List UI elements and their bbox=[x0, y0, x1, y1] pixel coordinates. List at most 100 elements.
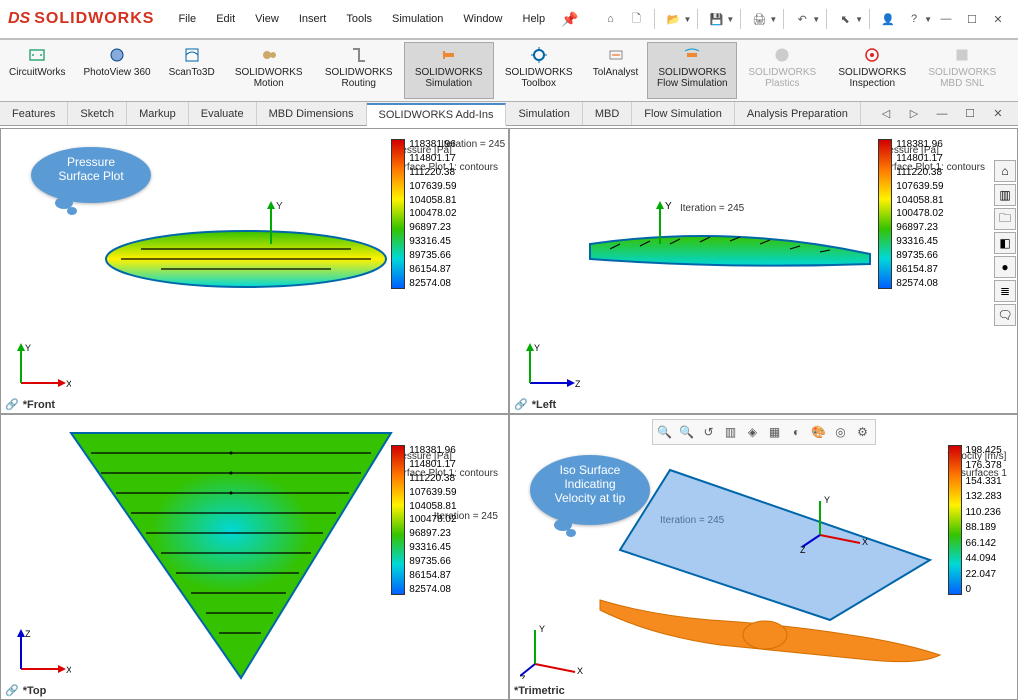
ribbon-scanto3d[interactable]: ScanTo3D bbox=[160, 42, 224, 99]
taskpane-view-palette-icon[interactable]: ◧ bbox=[994, 232, 1016, 254]
hide-show-icon[interactable]: ◐ bbox=[787, 422, 807, 442]
viewport-label-trimetric: *Trimetric bbox=[514, 685, 565, 697]
new-button[interactable]: 🗋 bbox=[624, 7, 648, 31]
ribbon-flow-simulation[interactable]: SOLIDWORKS Flow Simulation bbox=[647, 42, 737, 99]
print-button[interactable]: 🖨 bbox=[747, 7, 771, 31]
svg-text:Y: Y bbox=[824, 495, 830, 505]
open-button[interactable]: 📂 bbox=[661, 7, 685, 31]
ribbon-toolbox[interactable]: SOLIDWORKS Toolbox bbox=[494, 42, 584, 99]
callout-pressure: Pressure Surface Plot bbox=[31, 147, 151, 203]
pin-icon[interactable]: 📌 bbox=[561, 11, 578, 28]
viewport-top[interactable]: Iteration = 245 118381.96114801.17111220… bbox=[0, 414, 509, 700]
tab-simulation[interactable]: Simulation bbox=[506, 102, 582, 125]
orientation-triad-front: X Y bbox=[11, 343, 71, 393]
ribbon-simulation[interactable]: SOLIDWORKS Simulation bbox=[404, 42, 494, 99]
zoom-fit-icon[interactable]: 🔍 bbox=[655, 422, 675, 442]
svg-text:Z: Z bbox=[800, 545, 806, 555]
airfoil-top bbox=[61, 423, 401, 683]
panel-prev-button[interactable]: ◁ bbox=[874, 102, 898, 126]
edit-appearance-icon[interactable]: 🎨 bbox=[809, 422, 829, 442]
title-bar: DS SOLIDWORKS File Edit View Insert Tool… bbox=[0, 0, 1018, 40]
ribbon-circuitworks[interactable]: CircuitWorks bbox=[0, 42, 74, 99]
menu-insert[interactable]: Insert bbox=[291, 9, 335, 29]
tab-evaluate[interactable]: Evaluate bbox=[189, 102, 257, 125]
menu-file[interactable]: File bbox=[170, 9, 204, 29]
svg-text:Z: Z bbox=[575, 379, 580, 389]
axis-triad-y: Y bbox=[640, 199, 680, 249]
taskpane-home-icon[interactable]: ⌂ bbox=[994, 160, 1016, 182]
view-settings-icon[interactable]: ⚙ bbox=[853, 422, 873, 442]
svg-text:Y: Y bbox=[539, 624, 545, 634]
panel-restore-button[interactable]: — bbox=[930, 102, 954, 126]
svg-text:X: X bbox=[577, 666, 583, 676]
tab-addins[interactable]: SOLIDWORKS Add-Ins bbox=[367, 103, 507, 126]
viewport-trimetric[interactable]: 🔍 🔍 ↺ ▥ ◈ ▦ ◐ 🎨 ◎ ⚙ Iso Surface Indicati… bbox=[509, 414, 1018, 700]
tab-features[interactable]: Features bbox=[0, 102, 68, 125]
menu-simulation[interactable]: Simulation bbox=[384, 9, 451, 29]
viewport-front[interactable]: Pressure Surface Plot Iteration = 245 Y … bbox=[0, 128, 509, 414]
undo-button[interactable]: ↶ bbox=[790, 7, 814, 31]
svg-text:X: X bbox=[862, 537, 868, 547]
display-style-icon[interactable]: ▦ bbox=[765, 422, 785, 442]
heads-up-view-toolbar: 🔍 🔍 ↺ ▥ ◈ ▦ ◐ 🎨 ◎ ⚙ bbox=[652, 419, 876, 445]
menu-bar: File Edit View Insert Tools Simulation W… bbox=[170, 9, 553, 29]
panel-next-button[interactable]: ▷ bbox=[902, 102, 926, 126]
select-button[interactable]: ⬉ bbox=[833, 7, 857, 31]
zoom-area-icon[interactable]: 🔍 bbox=[677, 422, 697, 442]
ribbon-routing[interactable]: SOLIDWORKS Routing bbox=[314, 42, 404, 99]
ribbon-plastics[interactable]: SOLIDWORKS Plastics bbox=[737, 42, 827, 99]
close-button[interactable]: ✕ bbox=[986, 7, 1010, 31]
taskpane-appearances-icon[interactable]: ● bbox=[994, 256, 1016, 278]
quickaccess-toolbar: ⌂ 🗋 📂▼ 💾▼ 🖨▼ ↶▼ ⬉▼ 👤 ?▼ — ☐ ✕ bbox=[598, 7, 1010, 31]
airfoil-left bbox=[580, 224, 880, 284]
menu-help[interactable]: Help bbox=[515, 9, 554, 29]
minimize-button[interactable]: — bbox=[934, 7, 958, 31]
panel-close-button[interactable]: ✕ bbox=[986, 102, 1010, 126]
menu-view[interactable]: View bbox=[247, 9, 287, 29]
taskpane-file-explorer-icon[interactable]: 🗀 bbox=[994, 208, 1016, 230]
velocity-legend: 198.425176.378154.331132.283110.23688.18… bbox=[948, 445, 1007, 479]
product-name: SOLIDWORKS bbox=[34, 10, 154, 28]
taskpane-properties-icon[interactable]: ≣ bbox=[994, 280, 1016, 302]
ribbon-photoview[interactable]: PhotoView 360 bbox=[74, 42, 159, 99]
tab-flow-simulation[interactable]: Flow Simulation bbox=[632, 102, 735, 125]
ribbon-inspection[interactable]: SOLIDWORKS Inspection bbox=[827, 42, 917, 99]
viewport-left[interactable]: Iteration = 245 Y 118381.96114801.171112… bbox=[509, 128, 1018, 414]
airfoil-front bbox=[101, 219, 391, 299]
axis-triad-y: Y bbox=[251, 199, 291, 249]
logo-ds: DS bbox=[8, 10, 30, 28]
view-orientation-icon[interactable]: ◈ bbox=[743, 422, 763, 442]
svg-text:Y: Y bbox=[276, 201, 283, 212]
pressure-legend-top: 118381.96114801.17111220.38107639.591040… bbox=[391, 445, 498, 479]
viewport-label-front: 🔗*Front bbox=[5, 398, 55, 411]
section-view-icon[interactable]: ▥ bbox=[721, 422, 741, 442]
svg-text:X: X bbox=[66, 665, 71, 675]
svg-text:Y: Y bbox=[665, 201, 672, 212]
tab-mbd[interactable]: MBD bbox=[583, 102, 632, 125]
help-button[interactable]: ? bbox=[902, 7, 926, 31]
tab-sketch[interactable]: Sketch bbox=[68, 102, 127, 125]
maximize-button[interactable]: ☐ bbox=[960, 7, 984, 31]
addins-ribbon: CircuitWorks PhotoView 360 ScanTo3D SOLI… bbox=[0, 40, 1018, 102]
task-pane: ⌂ ▥ 🗀 ◧ ● ≣ 🗨 bbox=[994, 160, 1016, 326]
apply-scene-icon[interactable]: ◎ bbox=[831, 422, 851, 442]
menu-edit[interactable]: Edit bbox=[208, 9, 243, 29]
tab-mbd-dimensions[interactable]: MBD Dimensions bbox=[257, 102, 367, 125]
tab-analysis-preparation[interactable]: Analysis Preparation bbox=[735, 102, 861, 125]
orientation-triad-top: X Z bbox=[11, 629, 71, 679]
ribbon-mbd-snl[interactable]: SOLIDWORKS MBD SNL bbox=[917, 42, 1007, 99]
user-button[interactable]: 👤 bbox=[876, 7, 900, 31]
pressure-legend-left: 118381.96114801.17111220.38107639.591040… bbox=[878, 139, 985, 173]
menu-tools[interactable]: Tools bbox=[338, 9, 380, 29]
menu-window[interactable]: Window bbox=[455, 9, 510, 29]
panel-max-button[interactable]: ☐ bbox=[958, 102, 982, 126]
taskpane-forum-icon[interactable]: 🗨 bbox=[994, 304, 1016, 326]
save-button[interactable]: 💾 bbox=[704, 7, 728, 31]
tab-markup[interactable]: Markup bbox=[127, 102, 189, 125]
home-button[interactable]: ⌂ bbox=[598, 7, 622, 31]
link-icon: 🔗 bbox=[5, 398, 19, 411]
previous-view-icon[interactable]: ↺ bbox=[699, 422, 719, 442]
ribbon-tolanalyst[interactable]: TolAnalyst bbox=[584, 42, 648, 99]
taskpane-design-library-icon[interactable]: ▥ bbox=[994, 184, 1016, 206]
ribbon-motion[interactable]: SOLIDWORKS Motion bbox=[224, 42, 314, 99]
